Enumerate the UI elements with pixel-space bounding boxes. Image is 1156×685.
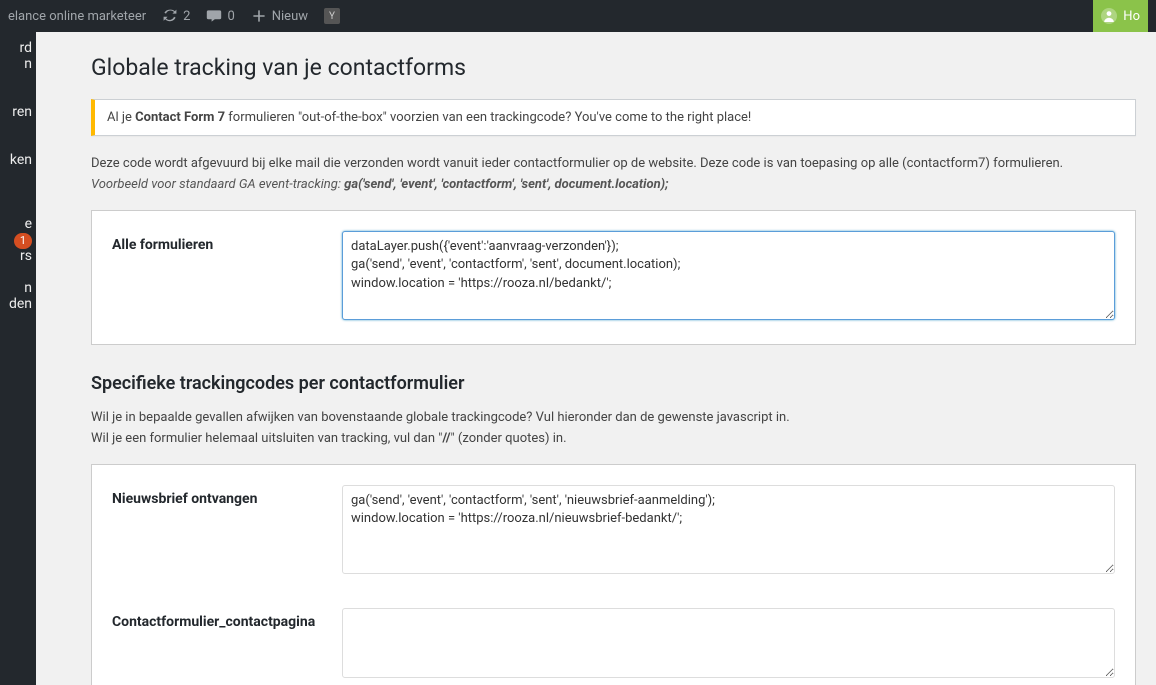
sidebar-item-14[interactable]	[0, 256, 36, 272]
sidebar-item-0[interactable]: rd	[0, 32, 36, 48]
admin-bar-user[interactable]: Ho	[1093, 0, 1148, 32]
notice-prefix: Al je	[107, 110, 135, 125]
section2-line1: Wil je in bepaalde gevallen afwijken van…	[91, 410, 790, 425]
sidebar-item-9[interactable]	[0, 176, 36, 192]
sidebar-item-8[interactable]	[0, 160, 36, 176]
new-content-item[interactable]: Nieuw	[251, 8, 308, 24]
site-name-item[interactable]: elance online marketeer	[8, 9, 146, 24]
sidebar-item-15[interactable]: n	[0, 272, 36, 288]
sidebar-item-3[interactable]	[0, 80, 36, 96]
sidebar-item-16[interactable]: den	[0, 288, 36, 304]
sidebar-item-6[interactable]	[0, 128, 36, 144]
textarea-form-1[interactable]	[342, 608, 1115, 679]
sidebar-item-2[interactable]	[0, 64, 36, 80]
textarea-global[interactable]	[342, 231, 1115, 320]
sidebar-item-7[interactable]: ken	[0, 144, 36, 160]
comment-icon	[206, 8, 222, 24]
seo-icon: Y	[324, 8, 340, 24]
section2-title: Specifieke trackingcodes per contactform…	[91, 373, 1136, 394]
label-global: Alle formulieren	[112, 231, 322, 253]
textarea-form-0[interactable]	[342, 485, 1115, 574]
notice-suffix: formulieren "out-of-the-box" voorzien va…	[225, 110, 751, 125]
field-global	[342, 231, 1115, 324]
sidebar-item-4[interactable]: ren	[0, 96, 36, 112]
plus-icon	[251, 8, 267, 24]
updates-count: 2	[183, 9, 190, 24]
admin-bar-left: elance online marketeer 2 0 Nieuw Y	[8, 8, 340, 24]
section2-line2: Wil je een formulier helemaal uitsluiten…	[91, 431, 567, 446]
sidebar-item-1[interactable]: n	[0, 48, 36, 64]
main-content: Globale tracking van je contactforms Al …	[36, 32, 1156, 685]
admin-sidebar: rd n ren ken e 1 rs n den	[0, 32, 36, 685]
label-form-1: Contactformulier_contactpagina	[112, 608, 322, 630]
comments-count: 0	[227, 9, 234, 24]
form-row-1: Contactformulier_contactpagina	[112, 608, 1115, 683]
sidebar-item-11[interactable]: e	[0, 208, 36, 224]
new-label: Nieuw	[272, 9, 308, 24]
page-title: Globale tracking van je contactforms	[91, 54, 1136, 81]
section2-intro: Wil je in bepaalde gevallen afwijken van…	[91, 408, 1136, 450]
comments-item[interactable]: 0	[206, 8, 234, 24]
sidebar-item-13[interactable]: rs	[0, 240, 36, 256]
notice-box: Al je Contact Form 7 formulieren "out-of…	[91, 99, 1136, 136]
specific-tracking-box: Nieuwsbrief ontvangen Contactformulier_c…	[91, 464, 1136, 685]
sidebar-item-5[interactable]	[0, 112, 36, 128]
site-name: elance online marketeer	[8, 9, 146, 24]
form-row-global: Alle formulieren	[112, 231, 1115, 324]
refresh-icon	[162, 8, 178, 24]
global-tracking-box: Alle formulieren	[91, 210, 1136, 345]
sidebar-item-10[interactable]	[0, 192, 36, 208]
seo-item[interactable]: Y	[324, 8, 340, 24]
intro-example-prefix: Voorbeeld voor standaard GA event-tracki…	[91, 177, 344, 192]
intro-example-code: ga('send', 'event', 'contactform', 'sent…	[344, 177, 668, 192]
updates-item[interactable]: 2	[162, 8, 190, 24]
user-label: Ho	[1123, 9, 1140, 24]
intro-line1: Deze code wordt afgevuurd bij elke mail …	[91, 156, 1063, 171]
sidebar-item-12[interactable]: 1	[0, 224, 36, 240]
intro-example: Voorbeeld voor standaard GA event-tracki…	[91, 177, 668, 192]
form-row-0: Nieuwsbrief ontvangen	[112, 485, 1115, 578]
label-form-0: Nieuwsbrief ontvangen	[112, 485, 322, 507]
sidebar-item-label: den	[9, 296, 32, 312]
notice-bold: Contact Form 7	[135, 110, 225, 125]
field-form-0	[342, 485, 1115, 578]
avatar-icon	[1101, 8, 1117, 24]
admin-bar: elance online marketeer 2 0 Nieuw Y	[0, 0, 1156, 32]
field-form-1	[342, 608, 1115, 683]
intro-text: Deze code wordt afgevuurd bij elke mail …	[91, 154, 1136, 196]
